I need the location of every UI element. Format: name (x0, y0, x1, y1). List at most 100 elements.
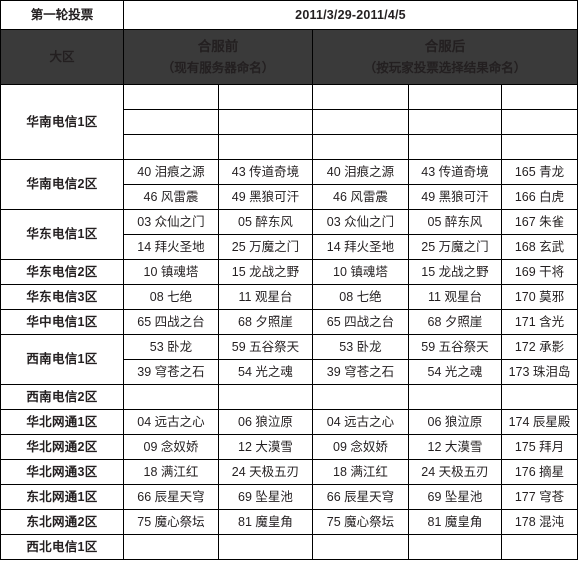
server-cell: 03 众仙之门 (123, 209, 219, 235)
table-row: 华东电信1区 03 众仙之门 05 醉东风 03 众仙之门 05 醉东风 167 朱雀 (0, 209, 579, 260)
server-cell: 18 满江红 (123, 459, 219, 485)
vote-date-range: 2011/3/29-2011/4/5 (122, 0, 579, 30)
server-cell: 39 穹苍之石 (312, 359, 409, 385)
server-cell (408, 84, 502, 110)
server-cell (123, 384, 219, 410)
server-cell (123, 134, 219, 160)
region-name-cell: 华南电信1区 (0, 84, 124, 160)
region-name-cell: 西北电信1区 (0, 534, 124, 560)
server-cell (218, 84, 313, 110)
header-after-merge-main: 合服后 (424, 38, 466, 54)
server-cell: 06 狼泣原 (218, 409, 313, 435)
server-cell: 75 魔心祭坛 (312, 509, 409, 535)
server-cell: 169 干将 (500, 259, 579, 285)
server-cell: 12 大漠雪 (218, 434, 313, 460)
server-cell (312, 534, 409, 560)
region-name-cell: 华东电信1区 (0, 209, 124, 260)
server-cell: 40 泪痕之源 (123, 159, 219, 185)
server-cell: 05 醉东风 (218, 209, 313, 235)
table-row: 华东电信2区 10 镇魂塔 15 龙战之野 10 镇魂塔 15 龙战之野 169 干将 (0, 259, 579, 285)
server-cell: 59 五谷祭天 (408, 334, 502, 360)
server-cell: 167 朱雀 (500, 209, 579, 235)
server-cell: 24 天极五刃 (408, 459, 502, 485)
server-cell: 165 青龙 (500, 159, 579, 185)
server-cell (312, 109, 409, 135)
region-name-cell: 华北网通2区 (0, 434, 124, 460)
server-cell: 09 念奴娇 (312, 434, 409, 460)
server-cell (123, 534, 219, 560)
server-cell: 166 白虎 (500, 184, 579, 210)
server-cell (218, 534, 313, 560)
server-cell: 81 魔皇角 (408, 509, 502, 535)
server-cell: 54 光之魂 (408, 359, 502, 385)
server-cell: 25 万魔之门 (408, 234, 502, 260)
server-cell (312, 384, 409, 410)
table-row: 东北网通2区 75 魔心祭坛 81 魔皇角 75 魔心祭坛 81 魔皇角 178 混沌 (0, 509, 579, 535)
region-name-cell: 西南电信2区 (0, 384, 124, 410)
server-cell: 46 风雷震 (123, 184, 219, 210)
server-cell: 05 醉东风 (408, 209, 502, 235)
server-cell (218, 134, 313, 160)
server-cell: 14 拜火圣地 (312, 234, 409, 260)
server-cell: 49 黑狼可汗 (218, 184, 313, 210)
server-cell: 08 七绝 (123, 284, 219, 310)
server-cell: 175 拜月 (500, 434, 579, 460)
server-cell: 18 满江红 (312, 459, 409, 485)
server-cell: 43 传道奇境 (408, 159, 502, 185)
region-name-cell: 华东电信2区 (0, 259, 124, 285)
server-cell: 24 天极五刃 (218, 459, 313, 485)
server-cell: 43 传道奇境 (218, 159, 313, 185)
server-cell: 04 远古之心 (123, 409, 219, 435)
server-cell: 25 万魔之门 (218, 234, 313, 260)
server-cell: 15 龙战之野 (218, 259, 313, 285)
server-cell: 171 含光 (500, 309, 579, 335)
server-cell: 12 大漠雪 (408, 434, 502, 460)
server-cell: 40 泪痕之源 (312, 159, 409, 185)
server-cell: 39 穹苍之石 (123, 359, 219, 385)
server-cell (218, 109, 313, 135)
server-cell (500, 384, 579, 410)
column-header-row: 大区 合服前 （现有服务器命名） 合服后 （按玩家投票选择结果命名） (0, 29, 579, 85)
server-cell: 173 珠泪岛 (500, 359, 579, 385)
vote-round-label: 第一轮投票 (0, 0, 124, 30)
server-cell: 11 观星台 (218, 284, 313, 310)
server-cell (500, 134, 579, 160)
server-cell: 68 夕照崖 (218, 309, 313, 335)
server-cell: 06 狼泣原 (408, 409, 502, 435)
server-cell (408, 534, 502, 560)
region-name-cell: 西南电信1区 (0, 334, 124, 385)
server-cell (123, 109, 219, 135)
server-cell: 09 念奴娇 (123, 434, 219, 460)
table-row: 华北网通2区 09 念奴娇 12 大漠雪 09 念奴娇 12 大漠雪 175 拜月 (0, 434, 579, 460)
title-row: 第一轮投票 2011/3/29-2011/4/5 (0, 0, 579, 30)
table-row: 华中电信1区 65 四战之台 68 夕照崖 65 四战之台 68 夕照崖 171 含光 (0, 309, 579, 335)
server-cell (408, 384, 502, 410)
table-row: 西南电信1区 53 卧龙 59 五谷祭天 53 卧龙 59 五谷祭天 172 承影 (0, 334, 579, 385)
server-cell: 81 魔皇角 (218, 509, 313, 535)
table-row: 华北网通3区 18 满江红 24 天极五刃 18 满江红 24 天极五刃 176 摘星 (0, 459, 579, 485)
server-cell (408, 134, 502, 160)
server-cell: 15 龙战之野 (408, 259, 502, 285)
server-cell (408, 109, 502, 135)
server-cell: 172 承影 (500, 334, 579, 360)
header-before-merge-main: 合服前 (197, 38, 239, 54)
server-cell: 11 观星台 (408, 284, 502, 310)
server-cell: 178 混沌 (500, 509, 579, 535)
server-cell: 75 魔心祭坛 (123, 509, 219, 535)
region-name-cell: 华东电信3区 (0, 284, 124, 310)
server-cell (312, 134, 409, 160)
server-cell: 176 摘星 (500, 459, 579, 485)
table-row: 西北电信1区 (0, 534, 579, 560)
server-cell: 14 拜火圣地 (123, 234, 219, 260)
region-name-cell: 华北网通1区 (0, 409, 124, 435)
server-cell: 10 镇魂塔 (123, 259, 219, 285)
header-region-col: 大区 (0, 29, 124, 85)
server-cell (312, 84, 409, 110)
region-name-cell: 华中电信1区 (0, 309, 124, 335)
server-cell: 65 四战之台 (312, 309, 409, 335)
server-cell: 66 辰星天穹 (312, 484, 409, 510)
server-cell: 08 七绝 (312, 284, 409, 310)
server-cell: 170 莫邪 (500, 284, 579, 310)
server-cell: 66 辰星天穹 (123, 484, 219, 510)
server-cell: 54 光之魂 (218, 359, 313, 385)
